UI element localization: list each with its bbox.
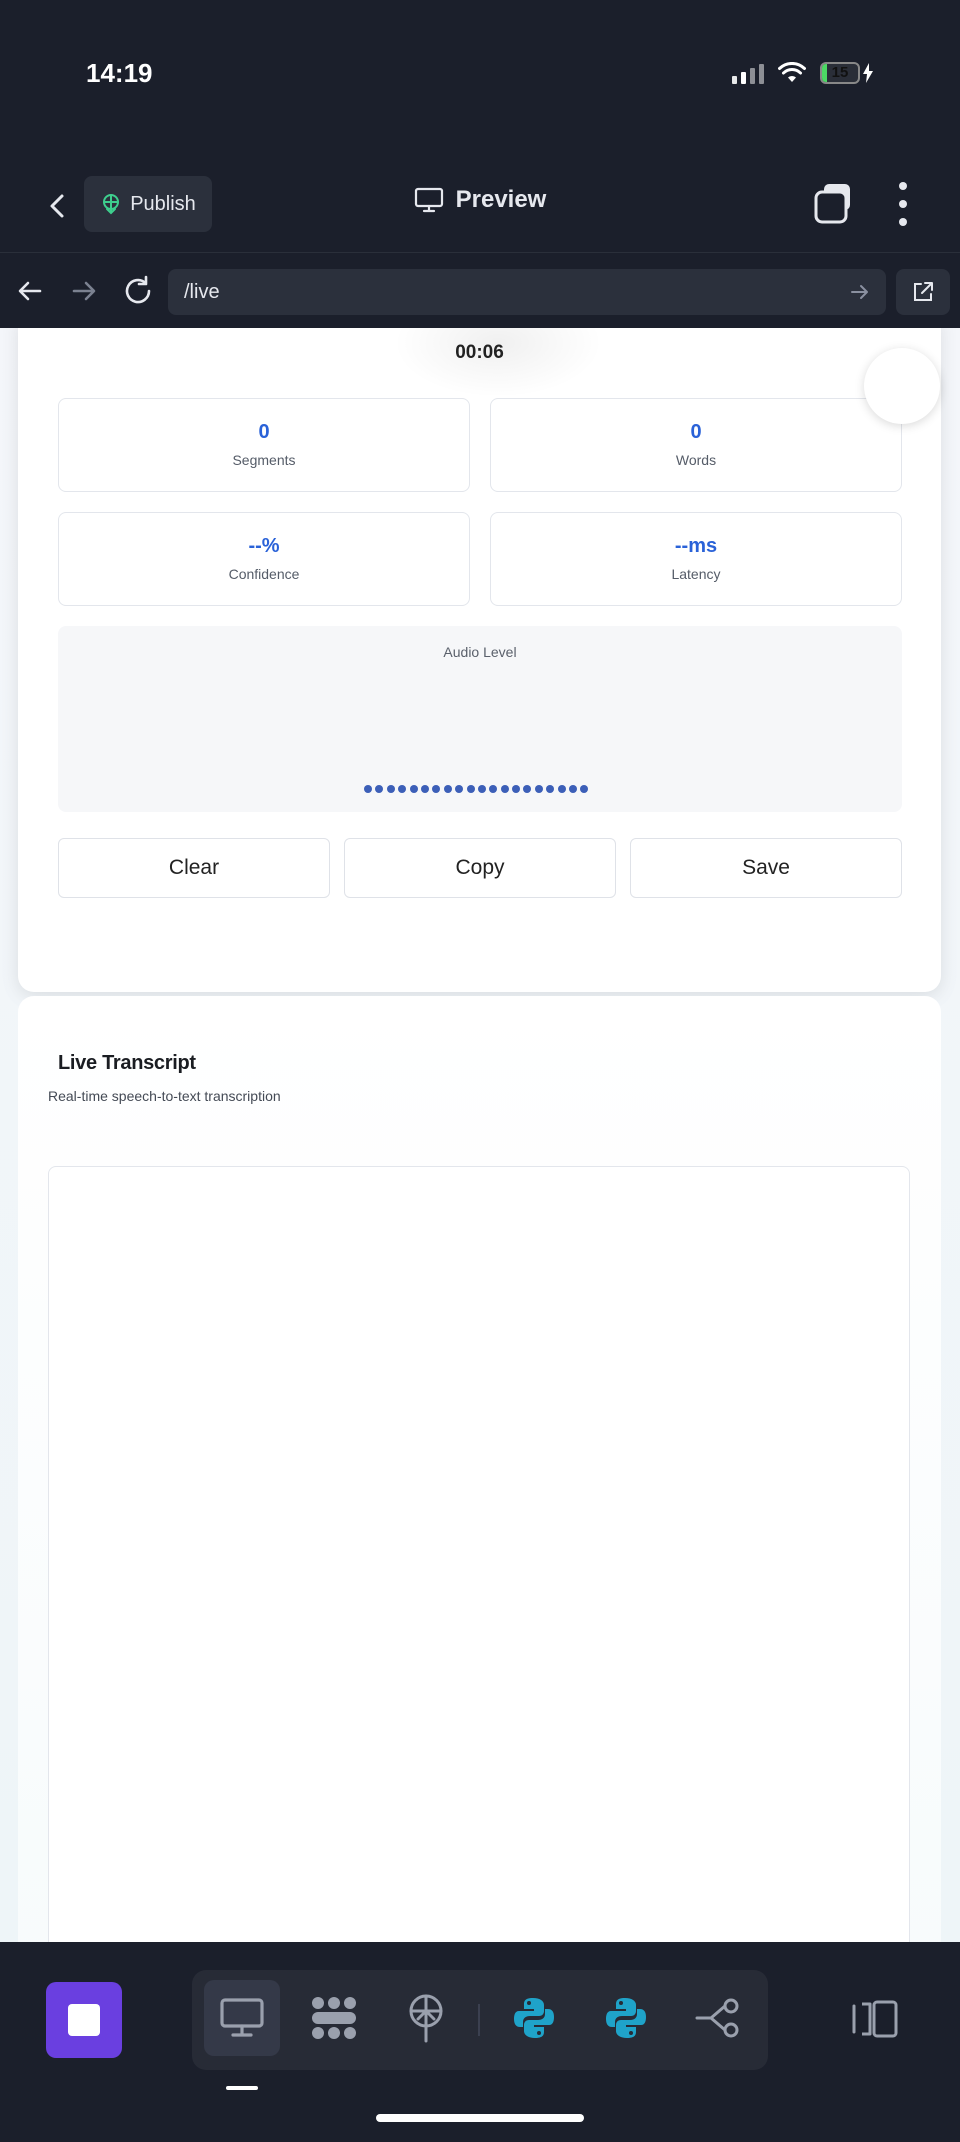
stat-words: 0 Words: [490, 398, 902, 492]
stat-label: Segments: [232, 452, 296, 468]
open-external-button[interactable]: [896, 269, 950, 315]
transcript-card: Live Transcript Real-time speech-to-text…: [18, 996, 941, 1942]
audio-level-dot: [375, 785, 384, 793]
audio-level-dot: [420, 785, 429, 793]
tool-deploy[interactable]: [388, 1980, 464, 2056]
tabs-button[interactable]: [812, 180, 858, 226]
url-input[interactable]: /live: [168, 269, 886, 315]
nav-back-button[interactable]: [12, 273, 48, 309]
audio-level-dot: [398, 785, 407, 793]
audio-level-dot: [477, 785, 486, 793]
stat-value: --%: [248, 535, 280, 557]
monitor-icon: [220, 1998, 264, 2037]
workflow-icon: [695, 1998, 739, 2038]
battery-indicator: 15: [820, 62, 874, 84]
app-toolbar: Publish Preview: [0, 160, 960, 252]
audio-level-dot: [512, 785, 521, 793]
status-icons: 15: [732, 62, 874, 84]
audio-level-dot: [580, 785, 589, 793]
url-text: /live: [184, 281, 220, 303]
arrow-left-icon: [18, 281, 42, 301]
tool-python-2[interactable]: [588, 1980, 664, 2056]
stat-label: Words: [675, 452, 717, 468]
audio-level-meter: [364, 785, 589, 793]
audio-level-dot: [500, 785, 509, 793]
tool-workflow[interactable]: [680, 1980, 756, 2056]
reload-button[interactable]: [120, 273, 156, 309]
battery-level: 15: [831, 64, 849, 81]
floating-action-button[interactable]: [864, 348, 940, 424]
stop-icon: [68, 2004, 100, 2036]
arrow-right-icon: [72, 281, 96, 301]
status-time: 14:19: [86, 58, 153, 88]
stat-value: 0: [258, 421, 270, 443]
wifi-icon: [778, 62, 806, 82]
tool-blocks[interactable]: [296, 1980, 372, 2056]
audio-level-title: Audio Level: [443, 644, 517, 660]
side-panel-icon: [852, 2000, 898, 2038]
transcript-output[interactable]: [48, 1166, 910, 1942]
url-bar: /live: [0, 252, 960, 328]
python-icon: [514, 1998, 554, 2038]
clear-button[interactable]: Clear: [58, 838, 330, 898]
page-content: 00:06 0 Segments 0 Words --% Confidence …: [0, 328, 960, 1942]
go-arrow-icon[interactable]: [848, 280, 872, 304]
stat-confidence: --% Confidence: [58, 512, 470, 606]
toolbar-divider: [478, 2004, 480, 2036]
audio-level-dot: [386, 785, 395, 793]
charging-bolt-icon: [863, 63, 873, 83]
nav-forward-button[interactable]: [66, 273, 102, 309]
stat-value: 0: [690, 421, 702, 443]
home-indicator: [376, 2114, 584, 2122]
reload-icon: [125, 275, 151, 304]
stat-value: --ms: [674, 535, 718, 557]
bottom-toolbar: [0, 1942, 960, 2142]
save-button[interactable]: Save: [630, 838, 902, 898]
stat-label: Latency: [671, 566, 721, 582]
audio-level-dot: [432, 785, 441, 793]
transcript-title: Live Transcript: [58, 1052, 196, 1074]
monitor-icon: [414, 187, 443, 213]
active-tool-indicator: [226, 2086, 258, 2090]
status-bar: 14:19 15: [0, 0, 960, 160]
audio-level-dot: [409, 785, 418, 793]
stat-label: Confidence: [228, 566, 300, 582]
tool-preview[interactable]: [204, 1980, 280, 2056]
audio-level-dot: [364, 785, 372, 793]
preview-label: Preview: [455, 186, 547, 213]
audio-level-dot: [557, 785, 566, 793]
audio-level-dot: [534, 785, 543, 793]
more-options-button[interactable]: [890, 182, 916, 226]
audio-level-dot: [466, 785, 475, 793]
transcript-subtitle: Real-time speech-to-text transcription: [48, 1088, 281, 1104]
audio-level-dot: [546, 785, 555, 793]
audio-level-dot: [443, 785, 452, 793]
antenna-icon: [409, 1994, 443, 2043]
blocks-icon: [312, 1997, 356, 2039]
external-link-icon: [914, 282, 933, 301]
recording-timer: 00:06: [455, 342, 504, 363]
tabs-icon: [814, 184, 850, 224]
stat-latency: --ms Latency: [490, 512, 902, 606]
audio-level-dot: [523, 785, 532, 793]
audio-level-dot: [455, 785, 464, 793]
recorder-card: 00:06 0 Segments 0 Words --% Confidence …: [18, 328, 941, 992]
cellular-signal-icon: [732, 62, 764, 84]
python-icon: [606, 1998, 646, 2038]
tool-python-1[interactable]: [496, 1980, 572, 2056]
audio-level-dot: [569, 785, 578, 793]
side-panel-button[interactable]: [850, 1994, 900, 2044]
audio-level-panel: Audio Level: [58, 626, 902, 812]
stop-button[interactable]: [46, 1982, 122, 2058]
stat-segments: 0 Segments: [58, 398, 470, 492]
copy-button[interactable]: Copy: [344, 838, 616, 898]
audio-level-dot: [489, 785, 498, 793]
tool-group: [192, 1970, 768, 2070]
